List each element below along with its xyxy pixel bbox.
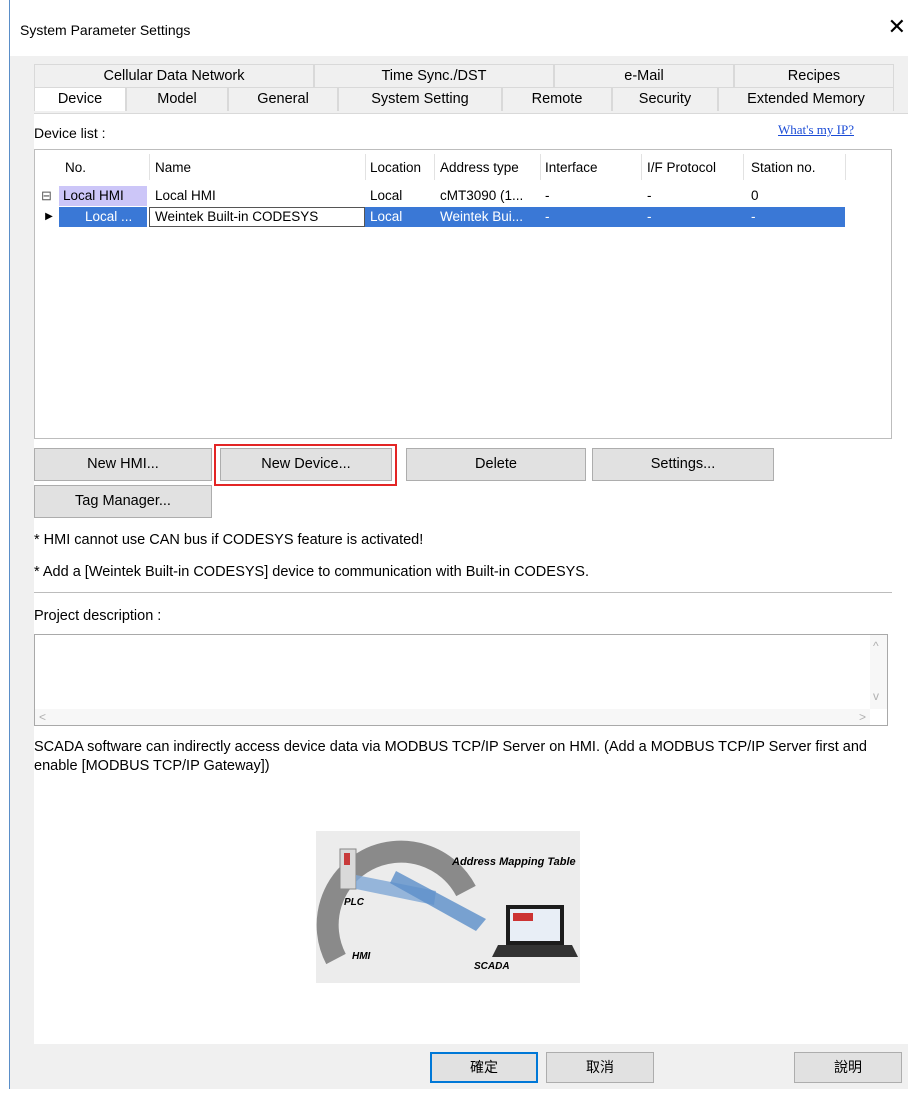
tab-system-setting[interactable]: System Setting bbox=[338, 87, 502, 111]
column-separator bbox=[149, 154, 150, 180]
row-no: Local HMI bbox=[59, 186, 147, 206]
tab-recipes[interactable]: Recipes bbox=[734, 64, 894, 88]
row-station: - bbox=[751, 209, 756, 224]
table-row-selected[interactable]: ▶ Local ... Weintek Built-in CODESYS Loc… bbox=[35, 207, 895, 227]
tab-model[interactable]: Model bbox=[126, 87, 228, 111]
device-list-label: Device list : bbox=[34, 125, 106, 141]
row-address-type: cMT3090 (1... bbox=[440, 188, 524, 203]
column-separator bbox=[434, 154, 435, 180]
column-separator bbox=[845, 154, 846, 180]
ok-button[interactable]: 確定 bbox=[430, 1052, 538, 1083]
column-header-name[interactable]: Name bbox=[155, 160, 191, 180]
laptop-base-shape bbox=[492, 945, 578, 957]
laptop-window-red bbox=[513, 913, 533, 921]
column-separator bbox=[365, 154, 366, 180]
scroll-left-icon[interactable]: < bbox=[39, 710, 46, 724]
cancel-button[interactable]: 取消 bbox=[546, 1052, 654, 1083]
tag-manager-button[interactable]: Tag Manager... bbox=[34, 485, 212, 518]
scada-description: SCADA software can indirectly access dev… bbox=[34, 739, 867, 774]
column-header-if-protocol[interactable]: I/F Protocol bbox=[647, 160, 716, 180]
row-name: Local HMI bbox=[155, 188, 216, 203]
new-device-button[interactable]: New Device... bbox=[220, 448, 392, 481]
tab-general[interactable]: General bbox=[228, 87, 338, 111]
new-hmi-button[interactable]: New HMI... bbox=[34, 448, 212, 481]
project-description-textarea[interactable]: ^ v < > bbox=[34, 634, 888, 726]
column-header-interface[interactable]: Interface bbox=[545, 160, 598, 180]
plc-indicator bbox=[344, 853, 350, 865]
column-header-no[interactable]: No. bbox=[65, 160, 86, 180]
tab-email[interactable]: e-Mail bbox=[554, 64, 734, 88]
column-header-station-no[interactable]: Station no. bbox=[751, 160, 816, 180]
tab-device[interactable]: Device bbox=[34, 87, 126, 111]
whats-my-ip-link[interactable]: What's my IP? bbox=[778, 122, 854, 138]
device-tab-panel: Device list : What's my IP? No. Name Loc… bbox=[34, 113, 908, 1099]
tab-row-back: Cellular Data Network Time Sync./DST e-M… bbox=[34, 64, 894, 88]
column-separator bbox=[641, 154, 642, 180]
address-mapping-diagram: Address Mapping Table PLC HMI SCADA bbox=[316, 831, 580, 983]
column-separator bbox=[743, 154, 744, 180]
tab-extended-memory[interactable]: Extended Memory bbox=[718, 87, 894, 111]
hmi-label: HMI bbox=[352, 951, 371, 962]
tab-time-sync-dst[interactable]: Time Sync./DST bbox=[314, 64, 554, 88]
tab-security[interactable]: Security bbox=[612, 87, 718, 111]
project-description-label: Project description : bbox=[34, 608, 162, 624]
device-list[interactable]: No. Name Location Address type Interface… bbox=[34, 149, 892, 439]
table-row[interactable]: ⊟ Local HMI Local HMI Local cMT3090 (1..… bbox=[35, 186, 895, 206]
vertical-scrollbar[interactable]: ^ v bbox=[870, 635, 887, 709]
collapse-icon[interactable]: ⊟ bbox=[41, 186, 57, 206]
horizontal-scrollbar[interactable]: < > bbox=[35, 709, 870, 725]
help-button[interactable]: 說明 bbox=[794, 1052, 902, 1083]
column-header-location[interactable]: Location bbox=[370, 160, 421, 180]
row-interface: - bbox=[545, 209, 550, 224]
scada-label: SCADA bbox=[474, 961, 510, 972]
row-name-editing[interactable]: Weintek Built-in CODESYS bbox=[149, 207, 365, 227]
diagram-title: Address Mapping Table bbox=[451, 856, 576, 868]
window-title: System Parameter Settings bbox=[20, 22, 191, 38]
delete-button[interactable]: Delete bbox=[406, 448, 586, 481]
row-protocol: - bbox=[647, 209, 652, 224]
column-separator bbox=[540, 154, 541, 180]
scroll-up-icon[interactable]: ^ bbox=[873, 639, 879, 653]
row-interface: - bbox=[545, 188, 550, 203]
tab-cellular-data-network[interactable]: Cellular Data Network bbox=[34, 64, 314, 88]
column-header-address-type[interactable]: Address type bbox=[440, 160, 519, 180]
tab-remote[interactable]: Remote bbox=[502, 87, 612, 111]
title-bar: System Parameter Settings ✕ bbox=[10, 0, 908, 56]
row-no: Local ... bbox=[59, 207, 147, 227]
note-codesys-device: * Add a [Weintek Built-in CODESYS] devic… bbox=[34, 564, 589, 580]
dialog-window: System Parameter Settings ✕ Cellular Dat… bbox=[9, 0, 908, 1099]
row-address-type: Weintek Bui... bbox=[440, 209, 524, 224]
plc-label: PLC bbox=[344, 897, 365, 908]
scroll-down-icon[interactable]: v bbox=[873, 689, 879, 703]
row-location: Local bbox=[370, 188, 403, 203]
scroll-right-icon[interactable]: > bbox=[859, 710, 866, 724]
dialog-button-bar: 確定 取消 說明 bbox=[10, 1044, 908, 1089]
row-station: 0 bbox=[751, 188, 759, 203]
settings-button[interactable]: Settings... bbox=[592, 448, 774, 481]
expand-arrow-icon[interactable]: ▶ bbox=[41, 207, 57, 227]
tab-row-front: Device Model General System Setting Remo… bbox=[34, 87, 894, 111]
row-protocol: - bbox=[647, 188, 652, 203]
row-location: Local bbox=[370, 209, 403, 224]
note-can-bus: * HMI cannot use CAN bus if CODESYS feat… bbox=[34, 532, 424, 548]
close-icon[interactable]: ✕ bbox=[888, 16, 906, 38]
divider bbox=[34, 592, 892, 593]
